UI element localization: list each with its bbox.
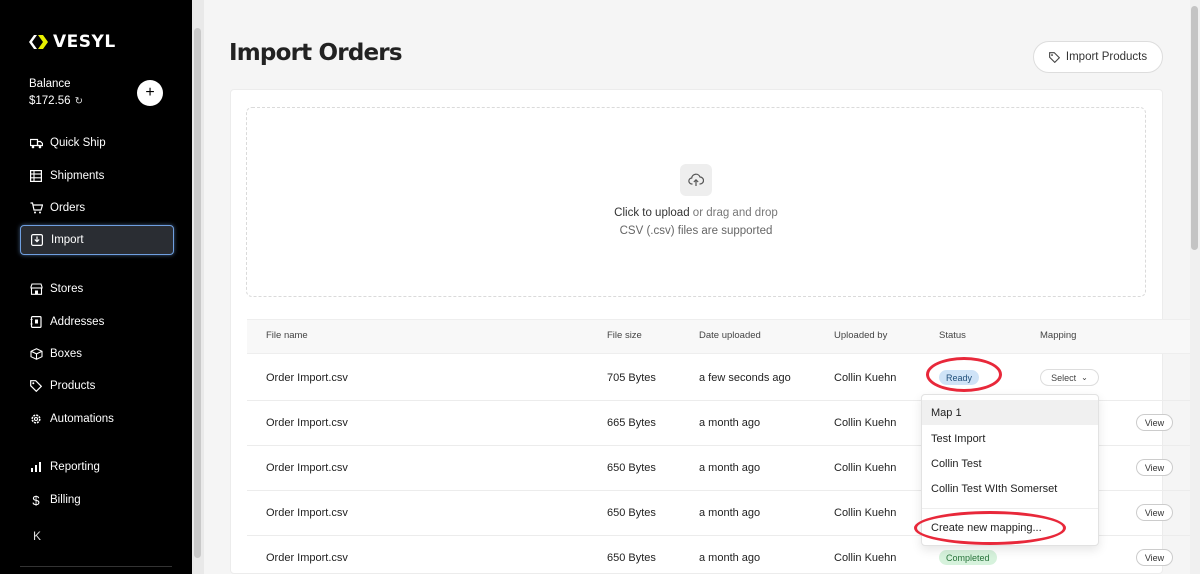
sidebar-item-label: Automations [50, 413, 114, 425]
tag-icon [1048, 51, 1060, 63]
table-row-file-size: 650 Bytes [607, 462, 656, 474]
sidebar-item-boxes[interactable]: Boxes [20, 339, 174, 369]
table-row-file-name: Order Import.csv [266, 507, 348, 519]
app-root: VESYL Balance $172.56 ↻ + Quick Ship Shi… [0, 0, 1200, 574]
view-button[interactable]: View [1136, 414, 1173, 431]
sidebar-item-label: Reporting [50, 461, 100, 473]
sidebar-item-billing[interactable]: $ Billing [20, 485, 174, 515]
import-icon [30, 233, 44, 247]
column-header-date-uploaded: Date uploaded [699, 330, 761, 341]
address-book-icon [29, 315, 43, 329]
table-row-date: a month ago [699, 462, 761, 474]
column-header-mapping: Mapping [1040, 330, 1077, 341]
balance-label: Balance [29, 78, 71, 90]
table-row-file-name: Order Import.csv [266, 462, 348, 474]
table-row-date: a few seconds ago [699, 372, 791, 384]
mapping-select[interactable]: Select ⌄ [1040, 369, 1099, 386]
sidebar-item-label: Products [50, 380, 96, 392]
table-row-uploaded-by: Collin Kuehn [834, 462, 897, 474]
table-row-date: a month ago [699, 417, 761, 429]
chevron-down-icon: ⌄ [1081, 373, 1088, 382]
balance-value: $172.56 ↻ [29, 95, 83, 107]
mapping-select-label: Select [1051, 372, 1077, 383]
add-balance-button[interactable]: + [137, 80, 163, 106]
drag-drop-text: or drag and drop [692, 207, 778, 219]
sidebar-item-automations[interactable]: Automations [20, 404, 174, 434]
table-row-uploaded-by: Collin Kuehn [834, 507, 897, 519]
sidebar-item-reporting[interactable]: Reporting [20, 452, 174, 482]
logo-text: VESYL [53, 32, 116, 52]
file-type-hint: CSV (.csv) files are supported [619, 225, 773, 237]
table-row-file-size: 650 Bytes [607, 552, 656, 564]
import-products-label: Import Products [1065, 51, 1148, 63]
sidebar-item-stores[interactable]: Stores [20, 274, 174, 304]
table-row-uploaded-by: Collin Kuehn [834, 552, 897, 564]
sidebar-item-orders[interactable]: Orders [20, 193, 174, 223]
grid-icon [29, 169, 43, 183]
sidebar-item-shipments[interactable]: Shipments [20, 161, 174, 191]
page-title: Import Orders [229, 40, 403, 66]
mapping-option-collin-test[interactable]: Collin Test [922, 451, 1098, 476]
sidebar-scrollbar-thumb[interactable] [194, 28, 201, 558]
view-button[interactable]: View [1136, 459, 1173, 476]
sidebar-item-label: Boxes [50, 348, 82, 360]
table-row-uploaded-by: Collin Kuehn [834, 417, 897, 429]
cart-icon [29, 201, 43, 215]
sidebar-item-label: Orders [50, 202, 86, 214]
mapping-option-map-1[interactable]: Map 1 [922, 400, 1098, 425]
table-row-file-name: Order Import.csv [266, 417, 348, 429]
sidebar-item-label: Billing [50, 494, 81, 506]
table-row-date: a month ago [699, 507, 761, 519]
table-row-file-size: 665 Bytes [607, 417, 656, 429]
import-products-button[interactable]: Import Products [1033, 41, 1163, 73]
column-header-status: Status [939, 330, 966, 341]
dollar-icon: $ [32, 492, 40, 508]
sidebar: VESYL Balance $172.56 ↻ + Quick Ship Shi… [0, 0, 192, 574]
table-row-uploaded-by: Collin Kuehn [834, 372, 897, 384]
truck-icon [29, 136, 43, 150]
sidebar-item-import[interactable]: Import [20, 225, 174, 255]
sidebar-item-label: Shipments [50, 170, 105, 182]
logo-mark-icon [29, 35, 48, 49]
table-row-file-name: Order Import.csv [266, 372, 348, 384]
create-new-mapping-item[interactable]: Create new mapping... [922, 515, 1098, 540]
bar-chart-icon [29, 460, 43, 474]
sidebar-divider [20, 566, 172, 567]
column-header-file-name: File name [266, 330, 308, 341]
mapping-option-collin-test-somerset[interactable]: Collin Test WIth Somerset [922, 476, 1098, 501]
table-row-file-name: Order Import.csv [266, 552, 348, 564]
sidebar-item-label: Stores [50, 283, 84, 295]
sidebar-item-label: Import [51, 234, 84, 246]
sidebar-item-label: Addresses [50, 316, 105, 328]
sidebar-item-label: Quick Ship [50, 137, 106, 149]
table-row-date: a month ago [699, 552, 761, 564]
table-row-file-size: 650 Bytes [607, 507, 656, 519]
view-button[interactable]: View [1136, 549, 1173, 566]
tag-icon [29, 379, 43, 393]
dropdown-divider [922, 508, 1098, 509]
vesyl-logo[interactable]: VESYL [28, 32, 116, 52]
sidebar-item-products[interactable]: Products [20, 371, 174, 401]
refresh-icon[interactable]: ↻ [75, 96, 83, 107]
collapse-sidebar-icon[interactable]: K [33, 529, 41, 543]
mapping-option-test-import[interactable]: Test Import [922, 426, 1098, 451]
upload-instructions: Click to upload or drag and drop [546, 207, 846, 219]
sidebar-item-addresses[interactable]: Addresses [20, 307, 174, 337]
store-icon [29, 282, 43, 296]
page-scrollbar-thumb[interactable] [1191, 6, 1198, 250]
upload-dropzone[interactable] [246, 107, 1146, 297]
balance-amount: $172.56 [29, 95, 71, 107]
column-header-file-size: File size [607, 330, 642, 341]
click-to-upload-link[interactable]: Click to upload [614, 207, 689, 219]
status-badge-completed: Completed [939, 550, 997, 565]
table-row-file-size: 705 Bytes [607, 372, 656, 384]
status-badge-ready: Ready [939, 370, 980, 385]
view-button[interactable]: View [1136, 504, 1173, 521]
column-header-uploaded-by: Uploaded by [834, 330, 888, 341]
upload-cloud-icon[interactable] [680, 164, 712, 196]
box-icon [29, 347, 43, 361]
sidebar-item-quick-ship[interactable]: Quick Ship [20, 128, 174, 158]
gear-icon [29, 412, 43, 426]
